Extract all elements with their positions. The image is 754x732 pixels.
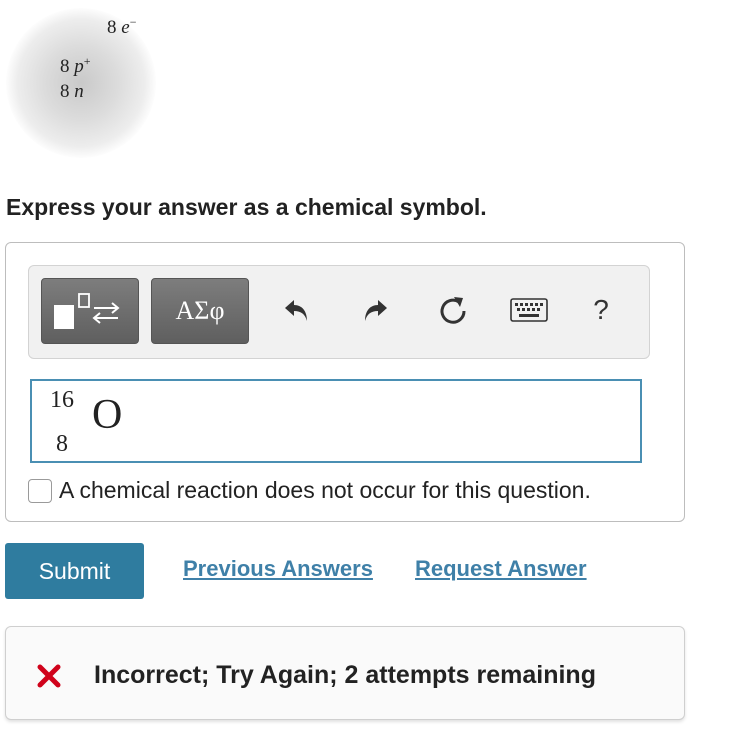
feedback-message: Incorrect; Try Again; 2 attempts remaini…: [94, 661, 596, 689]
answer-panel: ΑΣφ ? 16 8 O A chemical reaction does no…: [5, 242, 685, 522]
neutron-symbol: n: [74, 81, 84, 102]
templates-icon: [54, 293, 120, 329]
proton-symbol: p: [74, 56, 84, 77]
no-reaction-label: A chemical reaction does not occur for t…: [59, 477, 591, 503]
atom-diagram: 8 e− 8 p+ 8 n: [0, 0, 160, 160]
atomic-number: 8: [56, 431, 68, 457]
no-reaction-checkbox[interactable]: [28, 478, 52, 503]
reset-button[interactable]: [433, 290, 473, 330]
greek-symbols-label: ΑΣφ: [175, 296, 225, 325]
element-symbol: O: [92, 392, 123, 438]
electron-charge: −: [129, 15, 137, 29]
previous-answers-link[interactable]: Previous Answers: [183, 556, 373, 582]
question-prompt: Express your answer as a chemical symbol…: [6, 194, 487, 220]
redo-button[interactable]: [355, 290, 395, 330]
math-toolbar: ΑΣφ ?: [28, 265, 650, 359]
mass-number: 16: [50, 387, 74, 413]
electron-label: 8 e−: [107, 15, 137, 38]
proton-charge: +: [83, 54, 91, 68]
redo-icon: [365, 300, 387, 321]
submit-button[interactable]: Submit: [5, 543, 144, 599]
error-x-icon: [37, 664, 61, 688]
no-reaction-option[interactable]: A chemical reaction does not occur for t…: [28, 477, 591, 504]
electron-symbol: e: [121, 17, 130, 38]
help-icon: ?: [593, 294, 609, 325]
keyboard-button[interactable]: [507, 290, 551, 330]
reset-icon: [440, 297, 466, 324]
answer-input[interactable]: 16 8 O: [30, 379, 642, 463]
feedback-panel: Incorrect; Try Again; 2 attempts remaini…: [5, 626, 685, 720]
undo-icon: [285, 300, 307, 321]
request-answer-link[interactable]: Request Answer: [415, 556, 587, 582]
neutron-label: 8 n: [60, 82, 84, 101]
proton-count: 8: [60, 56, 70, 77]
keyboard-icon: [510, 298, 548, 322]
templates-button[interactable]: [41, 278, 139, 344]
proton-label: 8 p+: [60, 54, 91, 77]
electron-count: 8: [107, 17, 117, 38]
neutron-count: 8: [60, 81, 70, 102]
help-button[interactable]: ?: [581, 290, 621, 330]
greek-symbols-button[interactable]: ΑΣφ: [151, 278, 249, 344]
undo-button[interactable]: [277, 290, 317, 330]
